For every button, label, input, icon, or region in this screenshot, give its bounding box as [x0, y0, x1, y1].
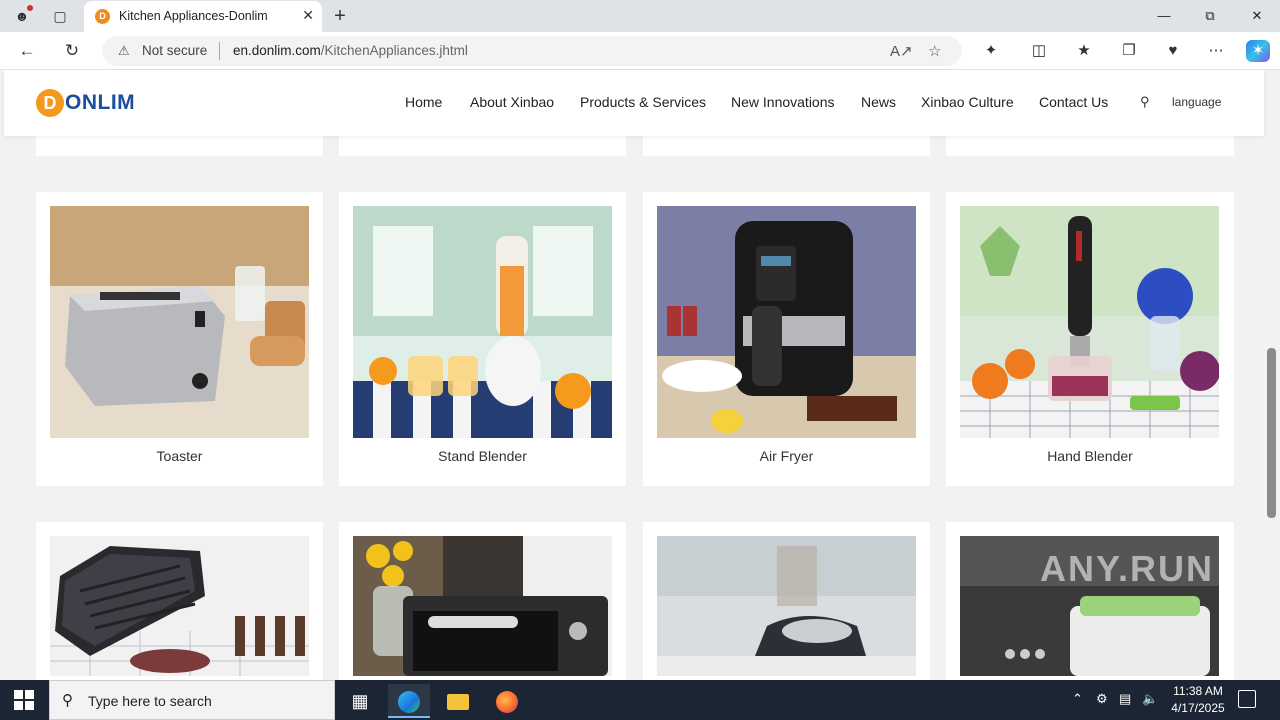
- browser-tab[interactable]: D Kitchen Appliances-Donlim ✕: [84, 1, 322, 32]
- favorites-icon[interactable]: ★: [1072, 40, 1096, 62]
- more-menu-icon[interactable]: ⋯: [1204, 40, 1228, 62]
- url-text[interactable]: en.donlim.com/KitchenAppliances.jhtml: [233, 43, 468, 58]
- product-card-appliance-4[interactable]: [946, 522, 1234, 680]
- nav-home[interactable]: Home: [405, 94, 442, 110]
- page-scrollbar[interactable]: [1264, 70, 1280, 680]
- restore-icon[interactable]: ⧉: [1187, 0, 1233, 32]
- product-name[interactable]: Stand Blender: [339, 448, 626, 464]
- refresh-icon[interactable]: ↻: [61, 40, 83, 62]
- profile-icon[interactable]: ☻: [12, 5, 33, 26]
- notification-icon[interactable]: [1238, 690, 1256, 708]
- favorite-star-icon[interactable]: ☆: [928, 42, 941, 60]
- oven-image[interactable]: [353, 536, 612, 676]
- file-explorer-icon[interactable]: [437, 684, 479, 718]
- nav-new-innovations[interactable]: New Innovations: [731, 94, 835, 110]
- collections-icon[interactable]: ❐: [1117, 40, 1141, 62]
- url-domain: en.donlim.com: [233, 43, 321, 58]
- new-tab-icon[interactable]: +: [330, 6, 350, 26]
- not-secure-label: Not secure: [142, 43, 208, 58]
- windows-start-icon[interactable]: [14, 690, 34, 710]
- tab-title: Kitchen Appliances-Donlim: [119, 9, 268, 23]
- tray-device-icon[interactable]: ⚙: [1096, 691, 1108, 707]
- windows-taskbar: ⚲ Type here to search ▦ ⌃ ⚙ ▤ 🔈 11:38 AM…: [0, 680, 1280, 720]
- product-name[interactable]: Hand Blender: [946, 448, 1234, 464]
- site-header: D ONLIM Home About Xinbao Products & Ser…: [4, 70, 1264, 136]
- back-arrow-icon[interactable]: ←: [16, 40, 38, 62]
- product-card-grill[interactable]: [36, 522, 323, 680]
- nav-xinbao-culture[interactable]: Xinbao Culture: [921, 94, 1014, 110]
- nav-news[interactable]: News: [861, 94, 896, 110]
- firefox-icon[interactable]: [486, 684, 528, 718]
- product-card-hand-blender[interactable]: Hand Blender: [946, 192, 1234, 486]
- volume-icon[interactable]: 🔈: [1142, 691, 1158, 707]
- address-toolbar: ← ↻ ⚠ Not secure en.donlim.com/KitchenAp…: [0, 32, 1280, 70]
- product-card-appliance-3[interactable]: [643, 522, 930, 680]
- address-bar[interactable]: ⚠ Not secure en.donlim.com/KitchenApplia…: [102, 36, 962, 66]
- language-selector[interactable]: language: [1172, 95, 1221, 109]
- task-view-icon[interactable]: ▦: [339, 684, 381, 718]
- taskbar-clock[interactable]: 11:38 AM 4/17/2025: [1160, 683, 1236, 717]
- profile-notification-dot: [27, 5, 33, 11]
- network-icon[interactable]: ▤: [1119, 691, 1131, 707]
- product-card-oven[interactable]: [339, 522, 626, 680]
- address-separator: [219, 42, 220, 60]
- edge-browser-icon[interactable]: [388, 684, 430, 718]
- search-icon[interactable]: ⚲: [1140, 94, 1150, 110]
- nav-about-xinbao[interactable]: About Xinbao: [470, 94, 554, 110]
- toaster-image[interactable]: [50, 206, 309, 438]
- minimize-icon[interactable]: —: [1141, 0, 1187, 32]
- donlim-logo[interactable]: D ONLIM: [36, 88, 135, 118]
- clock-date: 4/17/2025: [1171, 701, 1225, 715]
- scrollbar-thumb[interactable]: [1267, 348, 1276, 518]
- donlim-favicon-icon: D: [95, 9, 110, 24]
- clock-time: 11:38 AM: [1173, 684, 1223, 698]
- url-path: /KitchenAppliances.jhtml: [320, 43, 468, 58]
- warning-icon: ⚠: [118, 43, 130, 58]
- close-tab-icon[interactable]: ✕: [302, 7, 314, 24]
- tab-actions-icon[interactable]: ▢: [50, 6, 70, 26]
- product-card-air-fryer[interactable]: Air Fryer: [643, 192, 930, 486]
- logo-mark: D: [36, 89, 64, 117]
- copilot-icon[interactable]: ✶: [1246, 40, 1270, 62]
- nav-products-services[interactable]: Products & Services: [580, 94, 706, 110]
- logo-text: ONLIM: [65, 91, 136, 114]
- appliance-image[interactable]: [657, 536, 916, 676]
- hand-blender-image[interactable]: [960, 206, 1219, 438]
- browser-tabbar: ☻ ▢ D Kitchen Appliances-Donlim ✕ + — ⧉ …: [0, 0, 1280, 32]
- split-screen-icon[interactable]: ◫: [1027, 40, 1051, 62]
- taskbar-search-box[interactable]: ⚲ Type here to search: [49, 680, 335, 720]
- read-aloud-icon[interactable]: A↗: [890, 42, 913, 60]
- close-window-icon[interactable]: ✕: [1234, 0, 1280, 32]
- tray-chevron-up-icon[interactable]: ⌃: [1072, 691, 1083, 707]
- product-name[interactable]: Air Fryer: [643, 448, 930, 464]
- watermark-text: ANY.RUN: [1040, 548, 1215, 589]
- taskbar-search-placeholder: Type here to search: [88, 693, 212, 709]
- nav-contact-us[interactable]: Contact Us: [1039, 94, 1108, 110]
- stand-blender-image[interactable]: [353, 206, 612, 438]
- product-name[interactable]: Toaster: [36, 448, 323, 464]
- product-card-toaster[interactable]: Toaster: [36, 192, 323, 486]
- extensions-icon[interactable]: ✦: [979, 40, 1003, 62]
- product-card-stand-blender[interactable]: Stand Blender: [339, 192, 626, 486]
- air-fryer-image[interactable]: [657, 206, 916, 438]
- search-icon: ⚲: [62, 692, 73, 709]
- browser-essentials-icon[interactable]: ♥: [1161, 40, 1185, 62]
- contact-grill-image[interactable]: [50, 536, 309, 676]
